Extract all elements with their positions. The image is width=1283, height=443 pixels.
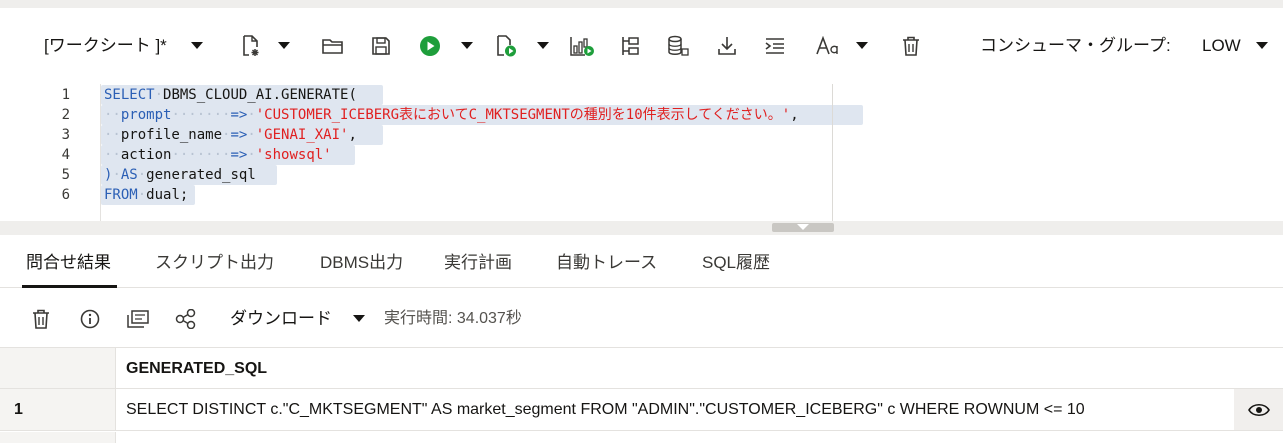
code-line-4: ··action·······=>·'showsql' — [104, 147, 332, 163]
consumer-group-label: コンシューマ・グループ: — [980, 36, 1171, 55]
code-line-2: ··prompt·······=>·'CUSTOMER_ICEBERG表において… — [104, 107, 799, 123]
result-tabs: 問合せ結果 スクリプト出力 DBMS出力 実行計画 自動トレース SQL履歴 — [0, 235, 1283, 288]
sql-string: 'GENAI_XAI' — [255, 127, 349, 143]
execution-time: 実行時間: 34.037秒 — [384, 310, 522, 327]
code-line-6: FROM·dual; — [104, 187, 189, 203]
new-file-dropdown-chevron-icon[interactable] — [277, 35, 291, 57]
save-icon[interactable] — [370, 35, 392, 57]
sql-keyword: SELECT — [104, 87, 155, 103]
share-icon[interactable] — [175, 308, 197, 330]
line-number-gutter: 1 2 3 4 5 6 — [0, 84, 100, 221]
tab-sql-history[interactable]: SQL履歴 — [702, 252, 770, 274]
explain-plan-icon[interactable] — [569, 35, 595, 57]
eye-icon — [1247, 403, 1270, 416]
result-toolbar: ダウンロード 実行時間: 34.037秒 — [0, 289, 1283, 347]
worksheet-dropdown-chevron-icon[interactable] — [190, 35, 204, 57]
line-number: 1 — [61, 87, 70, 103]
pane-splitter[interactable] — [0, 221, 1283, 235]
sql-keyword: AS — [120, 167, 138, 183]
table-cell[interactable]: SELECT DISTINCT c."C_MKTSEGMENT" AS mark… — [116, 389, 1234, 431]
sql-parameter: action — [120, 147, 172, 163]
collapse-chevron-icon — [797, 224, 809, 230]
tab-autotrace[interactable]: 自動トレース — [556, 252, 657, 274]
code-line-5: )·AS·generated_sql — [104, 167, 256, 183]
font-size-icon[interactable] — [816, 35, 840, 57]
sql-parameter: profile_name — [120, 127, 223, 143]
sql-identifier: generated_sql — [146, 167, 256, 183]
row-number: 1 — [0, 389, 116, 431]
trash-icon[interactable] — [900, 35, 922, 57]
single-record-view-icon[interactable] — [127, 308, 149, 330]
line-number: 6 — [61, 187, 70, 203]
cell-value: SELECT DISTINCT c."C_MKTSEGMENT" AS mark… — [126, 401, 1085, 418]
run-statement-icon[interactable] — [418, 35, 442, 57]
format-icon[interactable] — [764, 35, 786, 57]
database-icon[interactable] — [666, 35, 690, 57]
run-script-icon[interactable] — [494, 35, 518, 57]
tab-dbms-output[interactable]: DBMS出力 — [320, 252, 403, 274]
active-tab-indicator — [22, 285, 117, 288]
view-value-button[interactable] — [1234, 389, 1283, 431]
worksheet-toolbar: [ワークシート ]* コンシューマ・グループ: LOW — [0, 8, 1283, 84]
download-icon[interactable] — [716, 35, 738, 57]
tab-explain-plan[interactable]: 実行計画 — [444, 252, 512, 274]
sql-punct: , — [790, 107, 799, 123]
tab-script-output[interactable]: スクリプト出力 — [155, 252, 274, 274]
font-dropdown-chevron-icon[interactable] — [855, 35, 869, 57]
column-header-label: GENERATED_SQL — [126, 360, 268, 377]
consumer-group-select[interactable]: LOW — [1202, 35, 1241, 57]
result-grid: GENERATED_SQL 1 SELECT DISTINCT c."C_MKT… — [0, 347, 1283, 443]
line-number: 4 — [61, 147, 70, 163]
consumer-group-chevron-icon[interactable] — [1255, 35, 1269, 57]
column-header[interactable]: GENERATED_SQL — [116, 348, 1283, 389]
sql-identifier: dual; — [146, 187, 189, 203]
download-menu-button[interactable]: ダウンロード — [230, 308, 332, 330]
grid-corner — [0, 348, 116, 389]
code-area[interactable]: SELECT·DBMS_CLOUD_AI.GENERATE( ··prompt·… — [100, 84, 863, 221]
row-number-label: 1 — [14, 401, 23, 418]
sql-parameter: prompt — [120, 107, 172, 123]
open-folder-icon[interactable] — [322, 35, 344, 57]
sql-identifier: DBMS_CLOUD_AI.GENERATE( — [163, 87, 357, 103]
code-line-3: ··profile_name·=>·'GENAI_XAI', — [104, 127, 357, 143]
run-dropdown-chevron-icon[interactable] — [460, 35, 474, 57]
line-number: 3 — [61, 127, 70, 143]
download-dropdown-chevron-icon[interactable] — [352, 308, 366, 330]
grid-row-gutter — [0, 432, 116, 443]
sql-operator: => — [230, 107, 248, 123]
new-file-icon[interactable] — [240, 35, 262, 57]
sql-string: 'showsql' — [255, 147, 332, 163]
sql-keyword: FROM — [104, 187, 138, 203]
sql-string: 'CUSTOMER_ICEBERG表においてC_MKTSEGMENTの種別を10… — [255, 107, 791, 123]
autotrace-icon[interactable] — [619, 35, 641, 57]
run-script-dropdown-chevron-icon[interactable] — [536, 35, 550, 57]
sql-operator: => — [230, 147, 248, 163]
sql-punct: , — [348, 127, 357, 143]
worksheet-selector[interactable]: [ワークシート ]* — [44, 35, 167, 57]
sql-operator: => — [230, 127, 248, 143]
tab-query-result[interactable]: 問合せ結果 — [26, 252, 111, 274]
top-strip — [0, 0, 1283, 8]
info-icon[interactable] — [79, 308, 101, 330]
line-number: 5 — [61, 167, 70, 183]
clear-trash-icon[interactable] — [31, 308, 51, 330]
code-line-1: SELECT·DBMS_CLOUD_AI.GENERATE( — [104, 87, 357, 103]
print-margin-ruler — [832, 84, 833, 221]
splitter-handle[interactable] — [772, 223, 834, 232]
line-number: 2 — [61, 107, 70, 123]
sql-editor[interactable]: 1 2 3 4 5 6 SELECT·DBMS_CLOUD_AI.GENERAT… — [0, 84, 1283, 221]
